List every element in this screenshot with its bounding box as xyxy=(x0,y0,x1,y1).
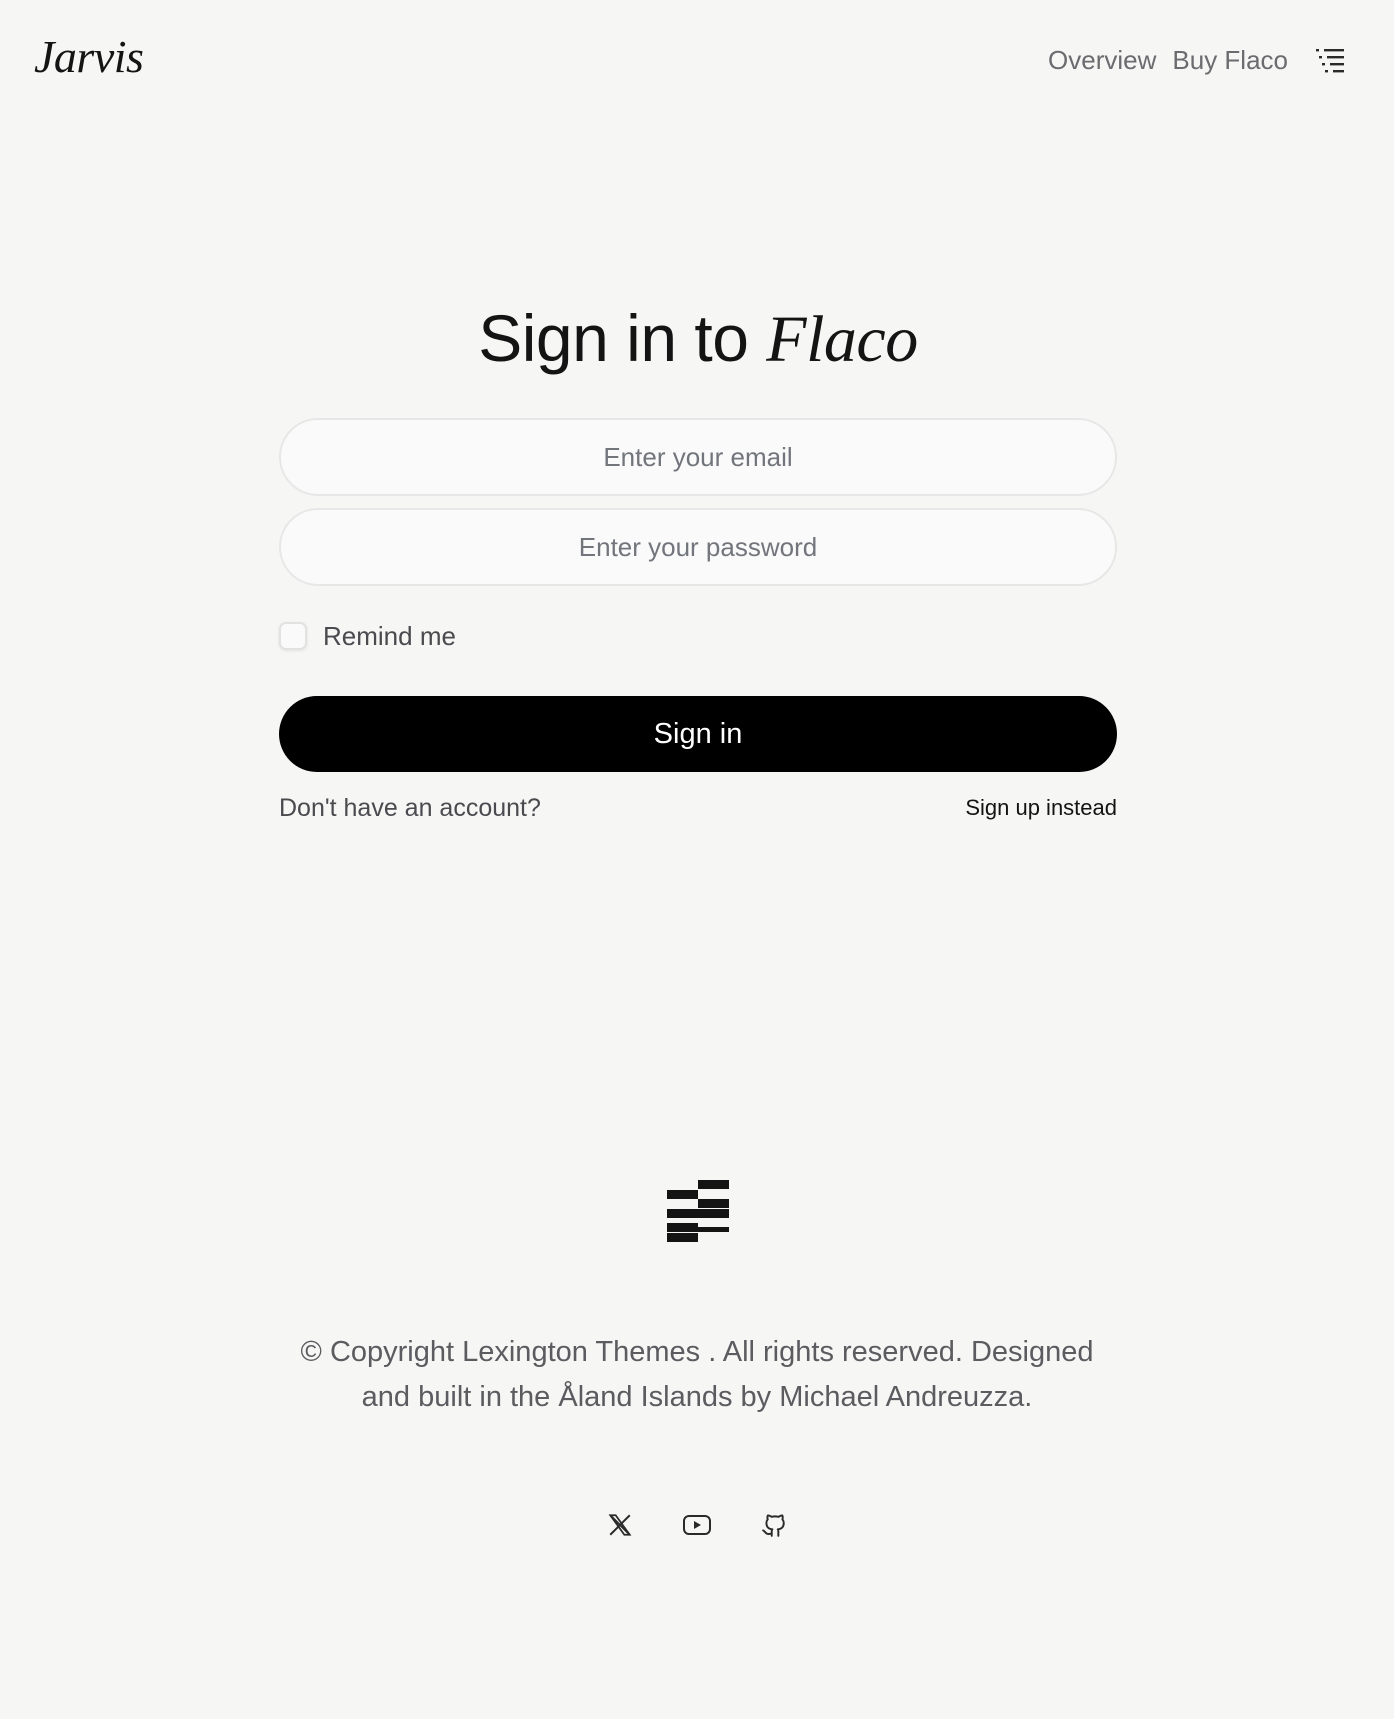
copyright-line-2: and built in the Åland Islands by Michae… xyxy=(361,1381,1033,1413)
remember-me-checkbox[interactable] xyxy=(279,622,307,650)
copyright-line-1: © Copyright Lexington Themes . All right… xyxy=(300,1336,1094,1368)
menu-icon[interactable] xyxy=(1310,40,1350,80)
signup-row: Don't have an account? Sign up instead xyxy=(279,788,1117,828)
password-input[interactable] xyxy=(279,508,1117,586)
x-icon[interactable] xyxy=(600,1505,640,1545)
youtube-icon[interactable] xyxy=(677,1505,717,1545)
title-prefix: Sign in to xyxy=(478,301,749,375)
social-links xyxy=(600,1505,794,1545)
sign-in-button[interactable]: Sign in xyxy=(279,696,1117,772)
github-icon[interactable] xyxy=(754,1505,794,1545)
stacked-bars-logo-icon xyxy=(667,1180,729,1242)
signup-prompt: Don't have an account? xyxy=(279,793,541,822)
nav-overview-link[interactable]: Overview xyxy=(1048,40,1156,80)
page-title: Sign in to Flaco xyxy=(279,290,1117,386)
remember-me-row[interactable]: Remind me xyxy=(279,616,1117,656)
site-header: Jarvis Overview Buy Flaco xyxy=(0,0,1394,120)
main-nav: Overview Buy Flaco xyxy=(1048,40,1350,80)
nav-buy-link[interactable]: Buy Flaco xyxy=(1172,40,1288,80)
sign-up-link[interactable]: Sign up instead xyxy=(965,795,1117,821)
email-input[interactable] xyxy=(279,418,1117,496)
copyright-text: © Copyright Lexington Themes . All right… xyxy=(247,1330,1147,1420)
remember-me-label: Remind me xyxy=(323,620,456,651)
signin-form-section: Sign in to Flaco Remind me Sign in Don't… xyxy=(279,290,1117,828)
title-accent: Flaco xyxy=(766,303,918,376)
brand-logo[interactable]: Jarvis xyxy=(34,30,144,83)
